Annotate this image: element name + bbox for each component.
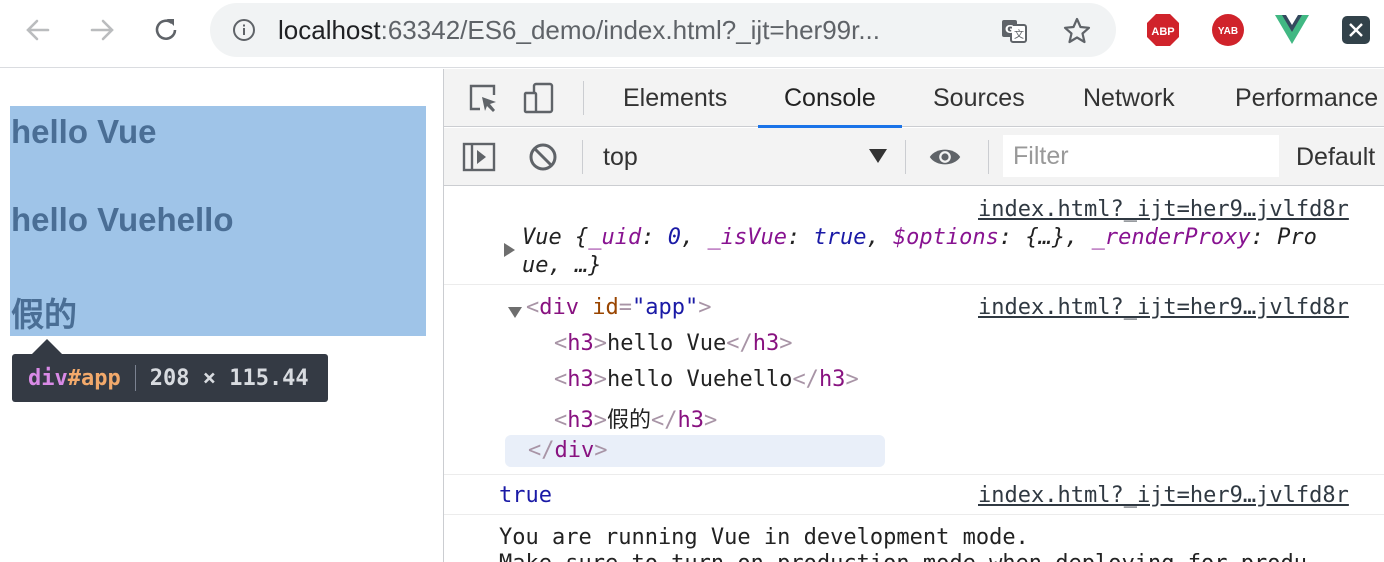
child-tag-open: h3 xyxy=(567,331,594,356)
child-text: hello Vuehello xyxy=(607,367,793,392)
dev-mode-line-1: You are running Vue in development mode. xyxy=(499,525,1029,550)
svg-text:文: 文 xyxy=(1014,28,1024,41)
boolean-value: true xyxy=(499,483,552,508)
x-app-icon xyxy=(1342,16,1370,44)
back-button[interactable] xyxy=(20,12,56,48)
tab-performance[interactable]: Performance xyxy=(1235,69,1378,127)
tab-network[interactable]: Network xyxy=(1083,69,1175,127)
adblock-plus-icon: ABP xyxy=(1147,14,1179,46)
child-tag-close: h3 xyxy=(818,367,846,392)
child-tag-open: h3 xyxy=(567,367,594,392)
yab-icon: YAB xyxy=(1212,14,1244,46)
tag-name: div xyxy=(539,295,579,320)
url-text[interactable]: localhost:63342/ES6_demo/index.html?_ijt… xyxy=(278,15,978,45)
bookmark-star-icon[interactable] xyxy=(1062,16,1092,46)
reload-button[interactable] xyxy=(148,12,184,48)
translate-icon[interactable]: G文 xyxy=(999,16,1029,46)
message-source-link[interactable]: index.html?_ijt=her9…jvlfd8r xyxy=(978,295,1349,320)
vue-object-line-1[interactable]: Vue {_uid: 0, _isVue: true, $options: {…… xyxy=(522,225,1317,250)
message-source-link[interactable]: index.html?_ijt=her9…jvlfd8r xyxy=(978,197,1349,222)
child-text: 假的 xyxy=(607,408,652,433)
dev-mode-line-2: Make sure to turn on production mode whe… xyxy=(499,551,1307,562)
svg-text:G: G xyxy=(1005,23,1014,36)
tab-sources[interactable]: Sources xyxy=(933,69,1025,127)
console-message-element: index.html?_ijt=her9…jvlfd8r <div id="ap… xyxy=(444,285,1384,475)
value-uid: 0 xyxy=(667,225,681,250)
console-message-dev-mode: You are running Vue in development mode.… xyxy=(444,515,1384,562)
tab-console[interactable]: Console xyxy=(758,69,902,128)
tooltip-arrow xyxy=(32,339,62,354)
value-renderproxy: Pro xyxy=(1277,225,1317,250)
context-selector[interactable]: top xyxy=(603,128,638,186)
vue-devtools-extension[interactable] xyxy=(1275,13,1309,47)
tab-elements[interactable]: Elements xyxy=(623,69,727,127)
inspect-tooltip: div #app 208 × 115.44 xyxy=(12,354,328,402)
arrow-right-icon xyxy=(90,19,114,41)
arrow-left-icon xyxy=(26,19,50,41)
device-toolbar-icon[interactable] xyxy=(522,81,556,115)
vue-prefix: Vue { xyxy=(522,225,589,250)
url-host: localhost xyxy=(278,15,381,45)
element-open-tag[interactable]: <div id="app"> xyxy=(526,295,711,320)
svg-text:YAB: YAB xyxy=(1218,26,1238,37)
element-child-1[interactable]: <h3>hello Vue</h3> xyxy=(554,331,792,356)
console-output: index.html?_ijt=her9…jvlfd8r Vue {_uid: … xyxy=(444,187,1384,562)
inspect-element-icon[interactable] xyxy=(466,81,500,115)
svg-text:ABP: ABP xyxy=(1151,26,1174,38)
key-uid: _uid xyxy=(588,225,642,250)
url-path: :63342/ES6_demo/index.html?_ijt=her99r..… xyxy=(380,15,881,45)
browser-toolbar: localhost:63342/ES6_demo/index.html?_ijt… xyxy=(0,0,1384,68)
tab-bar-separator xyxy=(583,81,584,115)
value-isvue: true xyxy=(813,225,867,250)
console-toolbar: top Filter Default xyxy=(444,128,1384,186)
heading-3: 假的 xyxy=(11,296,77,333)
console-message-vue-instance: index.html?_ijt=her9…jvlfd8r Vue {_uid: … xyxy=(444,187,1384,285)
address-bar[interactable]: localhost:63342/ES6_demo/index.html?_ijt… xyxy=(210,3,1116,57)
heading-1: hello Vue xyxy=(11,113,157,150)
key-renderproxy: _renderProxy xyxy=(1091,225,1251,250)
attr-value: "app" xyxy=(632,295,699,320)
devtools-tab-bar: Elements Console Sources Network Perform… xyxy=(444,69,1384,128)
clear-console-icon[interactable] xyxy=(526,140,560,174)
tooltip-dimensions: 208 × 115.44 xyxy=(149,365,309,391)
vue-object-line-2: ue, …} xyxy=(522,253,602,278)
info-icon[interactable] xyxy=(232,18,256,42)
tooltip-id: #app xyxy=(67,365,121,391)
message-source-link[interactable]: index.html?_ijt=her9…jvlfd8r xyxy=(978,483,1349,508)
element-child-3[interactable]: <h3>假的</h3> xyxy=(554,402,717,434)
live-expression-eye-icon[interactable] xyxy=(928,140,962,174)
child-text: hello Vue xyxy=(607,331,727,356)
child-tag-close: h3 xyxy=(677,408,705,433)
page-viewport: hello Vue hello Vuehello 假的 div #app 208 … xyxy=(0,69,443,562)
reload-icon xyxy=(155,19,177,40)
tag-name-close: div xyxy=(554,438,595,463)
element-child-2[interactable]: <h3>hello Vuehello</h3> xyxy=(554,367,859,392)
key-options: $options xyxy=(892,225,999,250)
log-levels-dropdown[interactable]: Default xyxy=(1296,128,1375,186)
console-toolbar-separator-2 xyxy=(905,140,906,174)
child-tag-open: h3 xyxy=(567,408,594,433)
child-tag-close: h3 xyxy=(752,331,780,356)
value-options: {…} xyxy=(1025,225,1066,250)
vue-logo-icon xyxy=(1275,15,1309,44)
x-extension[interactable] xyxy=(1339,13,1373,47)
console-message-boolean: index.html?_ijt=her9…jvlfd8r true xyxy=(444,475,1384,515)
tooltip-divider xyxy=(134,365,136,391)
tooltip-tag: div xyxy=(28,365,68,391)
key-isvue: _isVue xyxy=(707,225,787,250)
element-close-tag[interactable]: </div> xyxy=(528,438,608,463)
console-filter-input[interactable]: Filter xyxy=(1003,135,1279,177)
heading-2: hello Vuehello xyxy=(11,201,234,238)
yab-extension[interactable]: YAB xyxy=(1211,13,1245,47)
devtools-panel: Elements Console Sources Network Perform… xyxy=(443,69,1384,562)
console-toolbar-separator-3 xyxy=(988,140,989,174)
context-dropdown-arrow-icon[interactable] xyxy=(869,149,887,163)
forward-button[interactable] xyxy=(84,12,120,48)
sidebar-toggle-icon[interactable] xyxy=(462,140,496,174)
console-toolbar-separator-1 xyxy=(582,140,583,174)
collapse-arrow-icon[interactable] xyxy=(508,307,522,318)
expand-arrow-icon[interactable] xyxy=(504,243,515,257)
attr-name: id xyxy=(592,295,619,320)
adblock-plus-extension[interactable]: ABP xyxy=(1146,13,1180,47)
